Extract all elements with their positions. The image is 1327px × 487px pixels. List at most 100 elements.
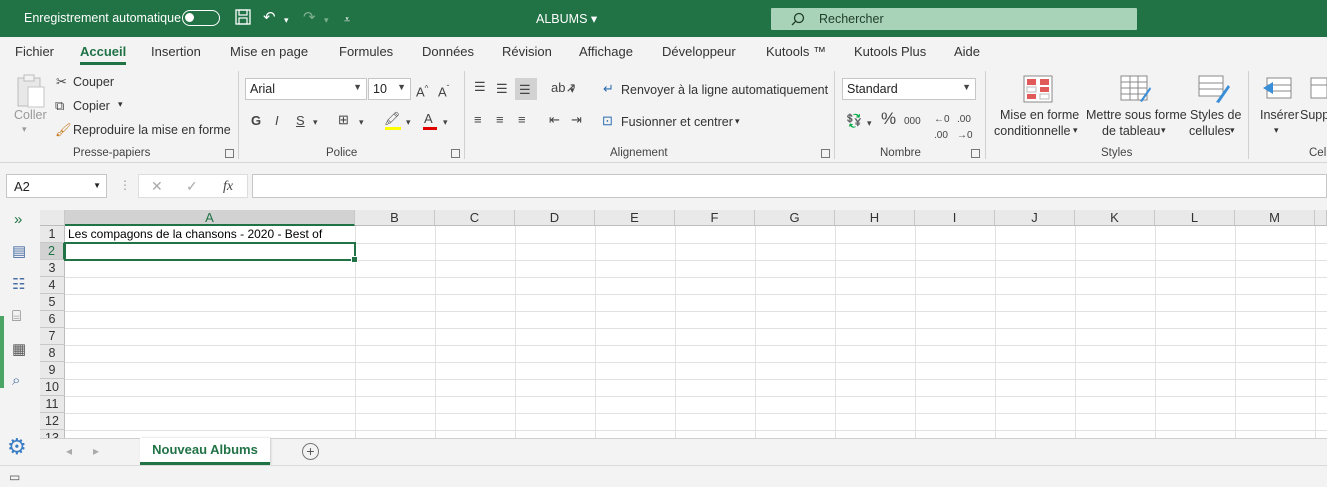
conditional-formatting-label-2[interactable]: conditionnelle [994,124,1070,138]
orientation-dropdown-icon[interactable]: ▾ [570,82,575,98]
active-cell-a2[interactable] [64,242,358,263]
font-color-dropdown-icon[interactable]: ▾ [443,114,448,130]
pane-resize-handle[interactable] [0,316,4,388]
row-header[interactable]: 6 [40,311,65,328]
wrap-text-button[interactable]: Renvoyer à la ligne automatiquement [621,83,828,97]
increase-font-icon[interactable]: A^ [416,81,428,100]
column-header[interactable]: L [1155,210,1235,226]
undo-icon[interactable]: ↶ [263,8,276,28]
tab-donnees[interactable]: Données [422,44,474,59]
undo-dropdown-icon[interactable]: ▾ [284,10,289,30]
accounting-dropdown-icon[interactable]: ▾ [867,115,872,131]
cell-styles-label-2[interactable]: cellules [1189,124,1231,138]
insert-cells-icon[interactable] [1263,77,1293,104]
document-title[interactable]: ALBUMS ▾ [536,11,597,26]
column-header[interactable]: D [515,210,595,226]
autosave-toggle[interactable] [182,10,220,26]
accounting-format-icon[interactable]: 💱 [846,113,862,129]
delete-cells-icon[interactable] [1310,77,1327,104]
column-header[interactable]: H [835,210,915,226]
number-format-select[interactable]: Standard ▼ [842,78,976,100]
align-right-icon[interactable]: ≡ [518,112,526,128]
tab-kutools-plus[interactable]: Kutools Plus [854,44,926,59]
delete-cells-button[interactable]: Supp [1300,108,1327,122]
format-painter-button[interactable]: Reproduire la mise en forme [73,123,231,137]
sheet-list-icon[interactable]: ☷ [12,275,25,293]
conditional-formatting-dropdown-icon[interactable]: ▾ [1073,125,1078,136]
tab-insertion[interactable]: Insertion [151,44,201,59]
row-header[interactable]: 3 [40,260,65,277]
italic-button[interactable]: I [275,113,279,129]
clipboard-launcher-icon[interactable] [225,149,234,158]
expand-pane-icon[interactable]: » [14,211,22,228]
paste-icon[interactable] [16,73,46,112]
paste-dropdown-icon[interactable]: ▾ [22,124,27,135]
tab-formules[interactable]: Formules [339,44,393,59]
customize-toolbar-icon[interactable]: ⩡ [344,10,350,30]
row-header[interactable]: 11 [40,396,65,413]
redo-dropdown-icon[interactable]: ▾ [324,10,329,30]
format-as-table-dropdown-icon[interactable]: ▾ [1161,125,1166,136]
column-header[interactable]: F [675,210,755,226]
tab-affichage[interactable]: Affichage [579,44,633,59]
settings-gear-icon[interactable]: ⚙ [7,434,27,460]
align-top-icon[interactable]: ☰ [474,79,486,95]
column-header[interactable]: E [595,210,675,226]
add-sheet-icon[interactable]: + [302,443,319,460]
align-middle-icon[interactable]: ☰ [496,81,508,97]
workbook-icon[interactable]: ▤ [12,242,26,260]
tab-accueil[interactable]: Accueil [80,44,127,65]
cancel-icon[interactable]: ✕ [151,178,163,195]
column-header[interactable]: C [435,210,515,226]
increase-indent-icon[interactable]: ⇥ [571,112,582,128]
copy-button[interactable]: Copier [73,99,110,113]
align-center-icon[interactable]: ≡ [496,112,504,128]
underline-button[interactable]: S [296,113,305,129]
column-header[interactable]: G [755,210,835,226]
column-list-icon[interactable]: ▦ [12,340,26,358]
scroll-left-icon[interactable]: ◂ [66,444,72,458]
column-header[interactable]: K [1075,210,1155,226]
borders-icon[interactable]: ⊞ [338,112,349,128]
paste-button[interactable]: Coller [14,108,47,122]
underline-dropdown-icon[interactable]: ▾ [313,114,318,130]
insert-function-icon[interactable]: fx [223,179,233,195]
format-as-table-icon[interactable] [1120,75,1152,106]
tab-mise-en-page[interactable]: Mise en page [230,44,308,59]
cut-button[interactable]: Couper [73,75,114,89]
merge-center-button[interactable]: Fusionner et centrer [621,115,733,129]
row-header[interactable]: 8 [40,345,65,362]
font-name-select[interactable]: Arial ▼ [245,78,367,100]
select-all-corner[interactable] [40,210,65,226]
font-color-icon[interactable]: A [423,111,437,130]
borders-dropdown-icon[interactable]: ▾ [359,114,364,130]
row-header[interactable]: 2 [40,243,65,260]
decrease-indent-icon[interactable]: ⇤ [549,112,560,128]
redo-icon[interactable]: ↷ [303,8,316,28]
search-box[interactable]: Rechercher [771,8,1137,30]
row-header[interactable]: 7 [40,328,65,345]
format-as-table-label-2[interactable]: de tableau [1102,124,1160,138]
percent-button[interactable]: % [881,110,896,127]
sheet-tab[interactable]: Nouveau Albums [140,438,270,465]
insert-dropdown-icon[interactable]: ▾ [1274,125,1279,136]
row-header[interactable]: 12 [40,413,65,430]
tab-kutools[interactable]: Kutools ™ [766,44,826,59]
bold-button[interactable]: G [251,113,261,129]
increase-decimal-icon[interactable]: ←0.00 [934,112,950,144]
tab-revision[interactable]: Révision [502,44,552,59]
conditional-formatting-icon[interactable] [1023,75,1053,106]
formula-input[interactable] [252,174,1327,198]
cell-a1[interactable]: Les compagons de la chansons - 2020 - Be… [68,227,322,241]
font-launcher-icon[interactable] [451,149,460,158]
row-header[interactable]: 9 [40,362,65,379]
column-header[interactable]: J [995,210,1075,226]
cell-styles-label-1[interactable]: Styles de [1190,108,1241,122]
find-replace-icon[interactable]: ⌕ [12,372,20,389]
thousands-separator-button[interactable]: 000 [904,114,921,130]
font-size-select[interactable]: 10 ▼ [368,78,411,100]
column-header[interactable]: I [915,210,995,226]
number-launcher-icon[interactable] [971,149,980,158]
confirm-icon[interactable]: ✓ [186,178,198,195]
row-header[interactable]: 4 [40,277,65,294]
